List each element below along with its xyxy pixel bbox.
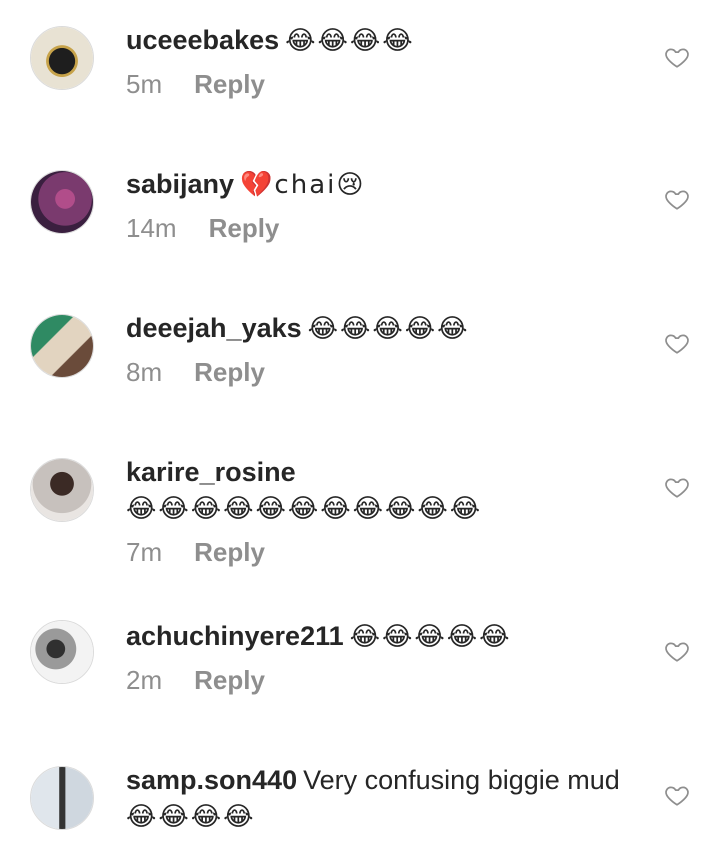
avatar[interactable] [30, 314, 94, 378]
comment-time: 7m [126, 537, 163, 567]
comment-emoji: 😂😂😂😂😂 [307, 314, 470, 344]
avatar[interactable] [30, 620, 94, 684]
reply-button[interactable]: Reply [194, 357, 265, 387]
comment-list: uceeebakes 😂😂😂😂 5m Reply sabijany 💔chai😢 14… [0, 0, 720, 855]
comment-time: 2m [126, 665, 163, 695]
comment-emoji: 😂😂😂😂 [285, 26, 415, 56]
comment-emoji: 😂😂😂😂😂 [349, 622, 512, 652]
comment-time: 5m [126, 69, 163, 99]
reply-button[interactable]: Reply [209, 213, 280, 243]
comment-text: samp.son440 Very confusing biggie mud 😂😂😂😂 [126, 762, 640, 835]
comment-username[interactable]: deeejah_yaks [126, 313, 302, 343]
comment-meta: 5m Reply [126, 67, 640, 101]
comment-text: sabijany 💔chai😢 [126, 166, 640, 203]
heart-outline-icon[interactable] [664, 330, 690, 356]
comment-username[interactable]: uceeebakes [126, 25, 279, 55]
comment-text: karire_rosine 😂😂😂😂😂😂😂😂😂😂😂 [126, 454, 640, 527]
comment-username[interactable]: achuchinyere211 [126, 621, 344, 651]
avatar[interactable] [30, 26, 94, 90]
comment-time: 8m [126, 357, 163, 387]
heart-outline-icon[interactable] [664, 782, 690, 808]
comment-username[interactable]: karire_rosine [126, 457, 296, 487]
comment-body: Very confusing biggie mud [303, 765, 620, 795]
heart-outline-icon[interactable] [664, 638, 690, 664]
comment-text: achuchinyere211 😂😂😂😂😂 [126, 618, 640, 655]
comment-text: uceeebakes 😂😂😂😂 [126, 22, 640, 59]
comment-item: karire_rosine 😂😂😂😂😂😂😂😂😂😂😂 7m Reply [0, 454, 720, 584]
reply-button[interactable]: Reply [194, 69, 265, 99]
reply-button[interactable]: Reply [194, 665, 265, 695]
comment-username[interactable]: sabijany [126, 169, 234, 199]
heart-outline-icon[interactable] [664, 44, 690, 70]
comment-emoji: 😂😂😂😂 [126, 802, 256, 832]
comment-meta: 14m Reply [126, 211, 640, 245]
avatar[interactable] [30, 170, 94, 234]
avatar[interactable] [30, 766, 94, 830]
comment-item: uceeebakes 😂😂😂😂 5m Reply [0, 22, 720, 122]
comment-time: 14m [126, 213, 177, 243]
heart-outline-icon[interactable] [664, 186, 690, 212]
comment-body: 💔chai😢 [240, 170, 366, 200]
comment-item: samp.son440 Very confusing biggie mud 😂😂😂😂 [0, 762, 720, 855]
comment-text: deeejah_yaks 😂😂😂😂😂 [126, 310, 640, 347]
reply-button[interactable]: Reply [194, 537, 265, 567]
comment-emoji: 😂😂😂😂😂😂😂😂😂😂😂 [126, 494, 483, 524]
comment-item: deeejah_yaks 😂😂😂😂😂 8m Reply [0, 310, 720, 410]
comment-meta: 8m Reply [126, 355, 640, 389]
comment-item: achuchinyere211 😂😂😂😂😂 2m Reply [0, 618, 720, 718]
comment-meta: 7m Reply [126, 535, 640, 569]
heart-outline-icon[interactable] [664, 474, 690, 500]
comment-meta: 2m Reply [126, 663, 640, 697]
avatar[interactable] [30, 458, 94, 522]
comment-username[interactable]: samp.son440 [126, 765, 297, 795]
comment-item: sabijany 💔chai😢 14m Reply [0, 166, 720, 266]
